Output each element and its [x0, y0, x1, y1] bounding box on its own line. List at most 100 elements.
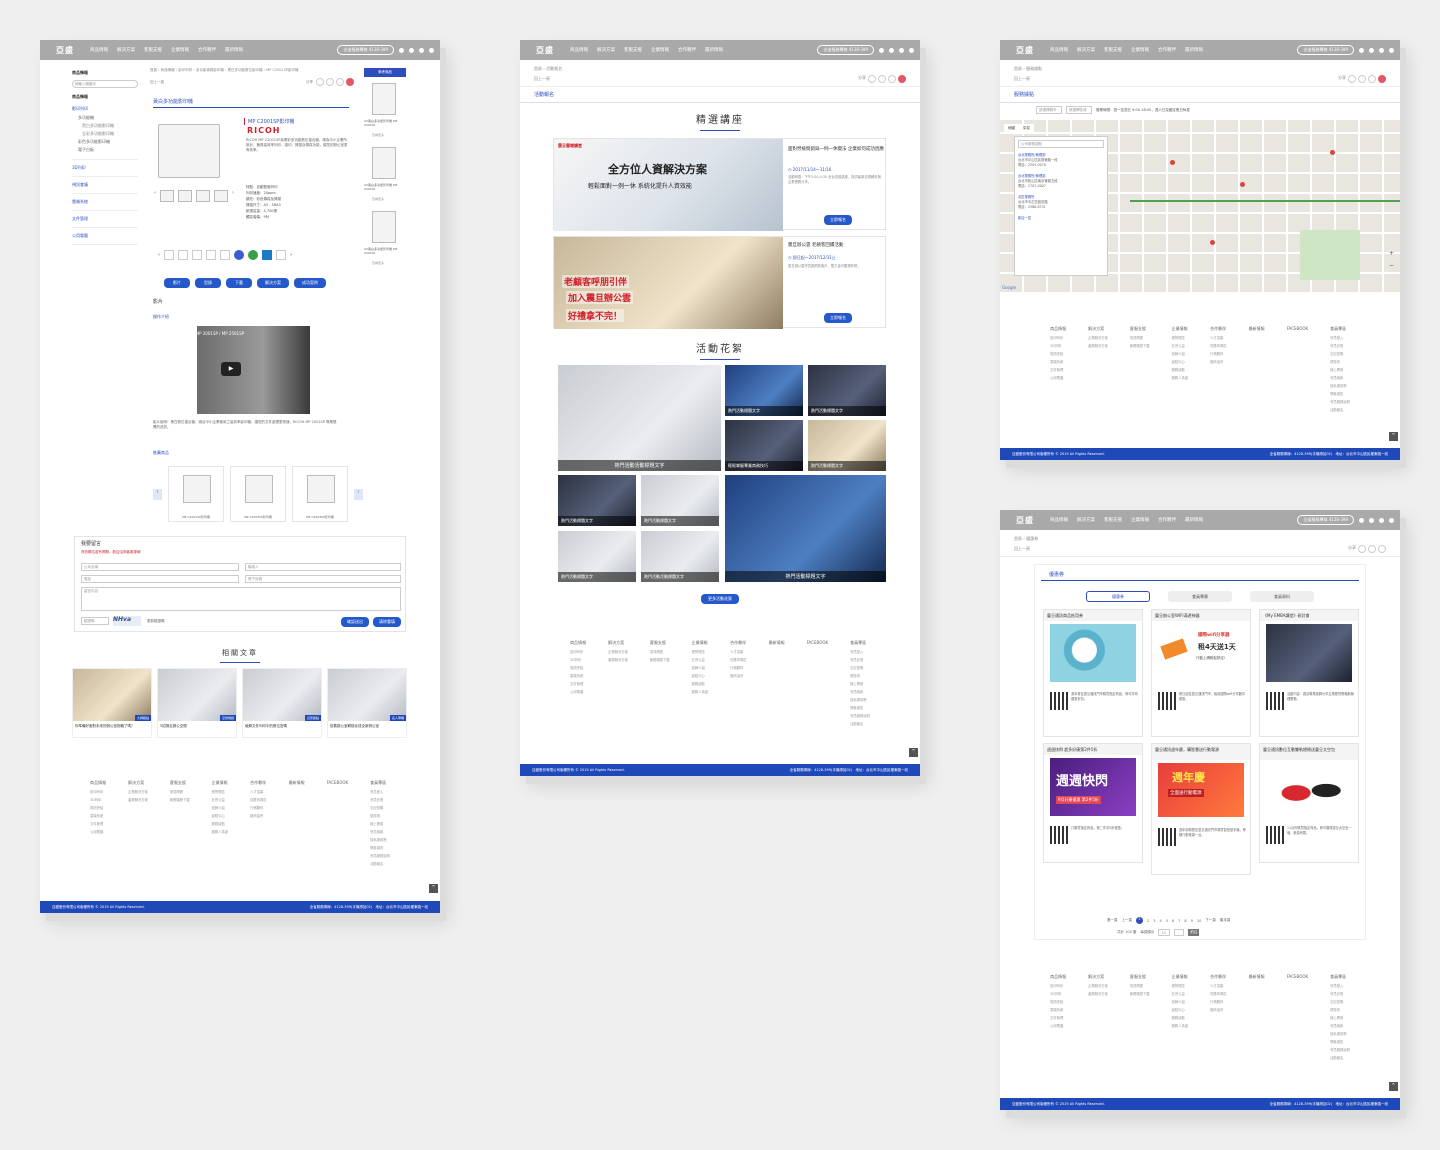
- footer-link[interactable]: 經營理念: [1172, 335, 1188, 340]
- nav-item[interactable]: 最新情報: [705, 47, 723, 53]
- pager-page[interactable]: 3: [1153, 919, 1155, 923]
- footer-link[interactable]: 公用電腦: [1050, 1023, 1066, 1028]
- footer-link[interactable]: 視訊會議: [90, 805, 106, 810]
- share-line-icon[interactable]: [1348, 75, 1356, 83]
- rec-item[interactable]: MP C4503SP影印機: [292, 466, 348, 522]
- footer-link[interactable]: 產業解決方案: [608, 657, 628, 662]
- goto-page-input[interactable]: [1174, 929, 1185, 936]
- footer-col-title[interactable]: FACEBOOK: [807, 640, 829, 645]
- map-view[interactable]: 地圖 衛星 公司服務據點 台北業務所/管理部 台北市中山區民權東路一段 電話：250…: [1000, 120, 1400, 292]
- confirm-submit-button[interactable]: 確認送出: [341, 617, 369, 627]
- article-card[interactable]: 名人專欄 從舊辦公室轉換化成全新辦公室: [327, 668, 407, 738]
- footer-link[interactable]: 人才招募: [1210, 983, 1226, 988]
- brand-logo[interactable]: 亞盛: [1000, 45, 1050, 56]
- gallery-item[interactable]: 熱門活動活動標題文字: [641, 531, 719, 582]
- footer-link[interactable]: 會員登入: [850, 649, 870, 654]
- search-icon[interactable]: [1359, 517, 1364, 523]
- footer-col-title[interactable]: 客服支援: [170, 780, 186, 785]
- back-to-top-button[interactable]: ^: [429, 884, 438, 893]
- share-line-icon[interactable]: [316, 78, 324, 86]
- nav-item[interactable]: 客服支援: [1104, 47, 1122, 53]
- footer-link[interactable]: 服務人事處: [212, 829, 228, 834]
- product-thumb[interactable]: [196, 190, 210, 202]
- register-button[interactable]: 立即報名: [824, 215, 852, 225]
- footer-link[interactable]: 經營理念: [1172, 983, 1188, 988]
- pager-page[interactable]: 1: [1136, 917, 1143, 924]
- tab-catalog[interactable]: 型錄: [195, 278, 221, 288]
- footer-link[interactable]: 雲端系統: [90, 813, 106, 818]
- gallery-item[interactable]: 熱門活動標題文字: [808, 420, 886, 471]
- facebook-icon[interactable]: [1369, 517, 1374, 523]
- pager-page[interactable]: 2: [1147, 919, 1149, 923]
- footer-col-title[interactable]: 客服支援: [1130, 974, 1146, 979]
- footer-col-title[interactable]: 會員專區: [850, 640, 866, 645]
- event-banner[interactable]: 老顧客呼朋引伴 加入震旦辦公雲 好禮拿不完！: [554, 237, 783, 329]
- thumb-next-icon[interactable]: ›: [232, 190, 234, 202]
- footer-link[interactable]: 會員服務說明: [1330, 399, 1350, 404]
- footer-link[interactable]: 線上問卷: [1330, 367, 1350, 372]
- share-facebook-icon[interactable]: [1368, 545, 1376, 553]
- footer-link[interactable]: 文件管理: [1050, 1015, 1066, 1020]
- footer-link[interactable]: 供應商專區: [1210, 991, 1226, 996]
- footer-link[interactable]: 線上問卷: [850, 681, 870, 686]
- pager-page[interactable]: 4: [1159, 919, 1161, 923]
- user-icon[interactable]: [1379, 517, 1384, 523]
- tab-cases[interactable]: 成功案例: [294, 278, 326, 288]
- nav-item[interactable]: 最新情報: [1185, 47, 1203, 53]
- nav-item[interactable]: 企業情報: [651, 47, 669, 53]
- footer-link[interactable]: 據點中心: [1172, 1007, 1188, 1012]
- side-product-more[interactable]: 查看更多: [372, 133, 384, 137]
- footer-link[interactable]: 會員註冊: [370, 797, 390, 802]
- sidebar-item[interactable]: 全彩多功能影印機: [72, 130, 138, 138]
- footer-link[interactable]: 常見問題: [1130, 335, 1150, 340]
- footer-link[interactable]: 服務據點: [212, 821, 228, 826]
- register-button[interactable]: 立即報名: [824, 313, 852, 323]
- share-twitter-icon[interactable]: [888, 75, 896, 83]
- footer-link[interactable]: 雲端系統: [570, 673, 586, 678]
- footer-link[interactable]: 品牌介紹: [1172, 999, 1188, 1004]
- nav-item[interactable]: 企業情報: [1131, 47, 1149, 53]
- footer-link[interactable]: 線上問卷: [370, 821, 390, 826]
- sidebar-search-input[interactable]: 請輸入關鍵字: [72, 80, 138, 88]
- sidebar-item[interactable]: 文件管理: [72, 211, 138, 228]
- sidebar-item[interactable]: 多功能機: [72, 114, 138, 122]
- footer-link[interactable]: 軟體驅程下載: [170, 797, 190, 802]
- zoom-in-icon[interactable]: +: [1389, 250, 1394, 257]
- sidebar-item[interactable]: 黑白多功能影印機: [72, 122, 138, 130]
- footer-link[interactable]: 3D列印: [90, 797, 106, 802]
- footer-col-title[interactable]: 會員專區: [370, 780, 386, 785]
- nav-item[interactable]: 解決方案: [597, 47, 615, 53]
- footer-link[interactable]: 社會公益: [1172, 343, 1188, 348]
- facebook-icon[interactable]: [889, 47, 894, 53]
- footer-link[interactable]: 文件管理: [1050, 367, 1066, 372]
- footer-link[interactable]: 社會公益: [692, 657, 708, 662]
- footer-link[interactable]: 會員條款: [850, 689, 870, 694]
- footer-link[interactable]: 軟體驅程下載: [1130, 991, 1150, 996]
- footer-link[interactable]: 公用電腦: [570, 689, 586, 694]
- footer-col-title[interactable]: 商品情報: [1050, 974, 1066, 979]
- nav-item[interactable]: 商品情報: [1050, 47, 1068, 53]
- footer-link[interactable]: 隱私權政策: [1330, 383, 1350, 388]
- prev-page-link[interactable]: 回上一頁: [1014, 546, 1030, 552]
- sidebar-item[interactable]: 雲端系統: [72, 194, 138, 211]
- tab-member-profile[interactable]: 會員資料: [1250, 591, 1314, 602]
- gallery-item[interactable]: 熱門活動標題文字: [725, 365, 803, 416]
- map-marker-icon[interactable]: [1240, 182, 1245, 187]
- nav-item[interactable]: 最新情報: [1185, 517, 1203, 523]
- footer-link[interactable]: 影印列印: [1050, 335, 1066, 340]
- footer-link[interactable]: 問卷調查: [1330, 391, 1350, 396]
- share-twitter-icon[interactable]: [1368, 75, 1376, 83]
- footer-link[interactable]: 服務據點: [692, 681, 708, 686]
- footer-link[interactable]: 供應商專區: [250, 797, 266, 802]
- pager-prev[interactable]: 上一頁: [1122, 918, 1133, 923]
- company-field[interactable]: 公司名稱: [81, 563, 239, 571]
- footer-col-title[interactable]: 企業情報: [1172, 974, 1188, 979]
- footer-link[interactable]: 供應商專區: [1210, 343, 1226, 348]
- footer-link[interactable]: 人才招募: [250, 789, 266, 794]
- footer-link[interactable]: 忘記密碼: [1330, 999, 1350, 1004]
- footer-link[interactable]: 影印列印: [570, 649, 586, 654]
- more-gallery-button[interactable]: 更多活動花絮: [701, 594, 739, 604]
- prev-page-link[interactable]: 回上一頁: [150, 80, 164, 85]
- footer-link[interactable]: 會員服務說明: [1330, 1047, 1350, 1052]
- back-to-top-button[interactable]: ^: [1389, 432, 1398, 441]
